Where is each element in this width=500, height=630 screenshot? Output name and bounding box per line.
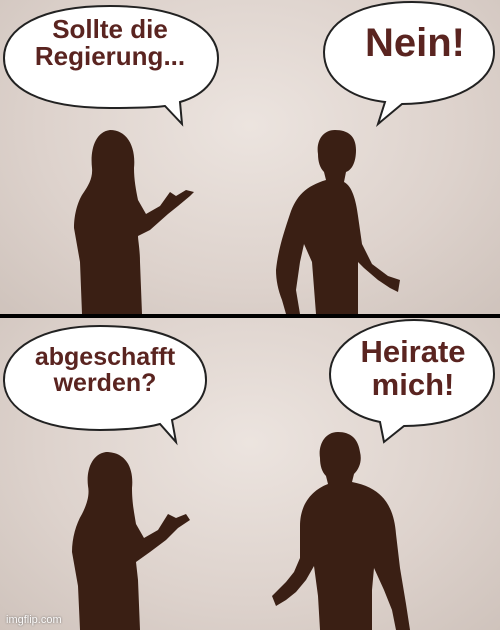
right-bubble-text: Nein! bbox=[365, 21, 465, 65]
right-bubble-text: Heirate mich! bbox=[360, 334, 466, 402]
bottom-panel: abgeschafft werden? Heirate mich! imgfli… bbox=[0, 318, 500, 630]
woman-silhouette bbox=[72, 452, 190, 630]
watermark: imgflip.com bbox=[6, 614, 62, 626]
left-bubble-text: abgeschafft werden? bbox=[34, 343, 176, 398]
top-panel: Sollte die Regierung... Nein! bbox=[0, 0, 500, 314]
meme: Sollte die Regierung... Nein! abgeschaff… bbox=[0, 0, 500, 630]
left-bubble-text: Sollte die Regierung... bbox=[34, 14, 186, 72]
man-silhouette bbox=[276, 130, 400, 314]
woman-silhouette bbox=[74, 130, 194, 314]
man-silhouette bbox=[272, 432, 410, 630]
